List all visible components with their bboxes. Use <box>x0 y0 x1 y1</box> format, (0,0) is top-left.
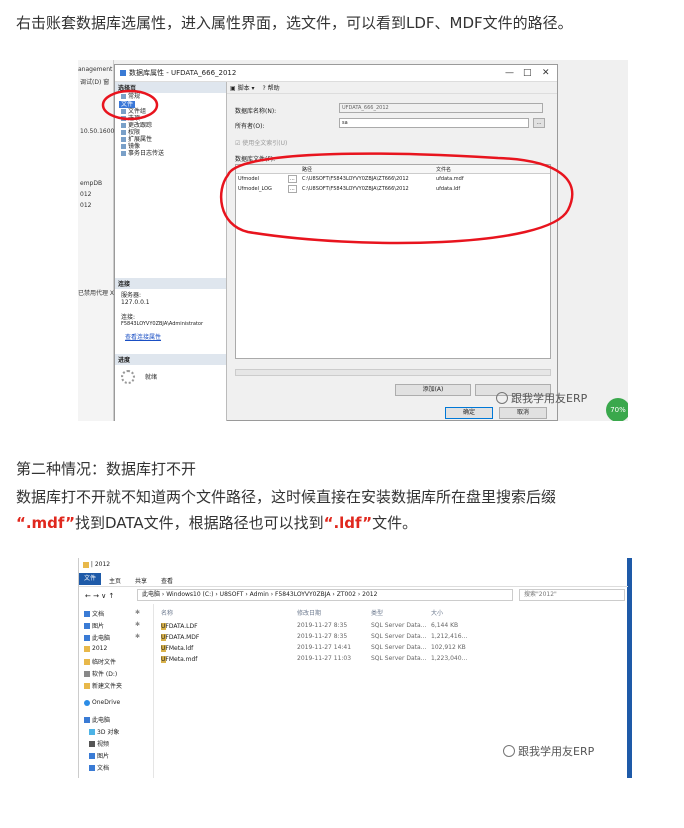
type-column-header[interactable]: 类型 <box>371 608 383 617</box>
nav-item[interactable]: OneDrive <box>84 699 120 706</box>
table-row[interactable]: UFDATA.LDF 2019-11-27 8:35 SQL Server Da… <box>161 621 626 631</box>
date-column-header[interactable]: 修改日期 <box>297 608 321 617</box>
nav-item[interactable]: 临时文件 <box>84 657 116 666</box>
table-row[interactable]: UFMeta.ldf 2019-11-27 14:41 SQL Server D… <box>161 643 626 653</box>
files-highlight-circle <box>219 152 574 245</box>
window-edge <box>627 558 632 778</box>
nav-item[interactable]: 图片 <box>89 751 109 760</box>
ribbon-tab-view[interactable]: 查看 <box>161 576 173 585</box>
nav-item[interactable]: 3D 对象 <box>89 727 119 736</box>
ribbon-tab-home[interactable]: 主页 <box>109 576 121 585</box>
search-input[interactable]: 搜索"2012" <box>519 589 625 601</box>
nav-item[interactable]: 新建文件夹 <box>84 681 122 690</box>
nav-item[interactable]: 文档 <box>89 763 109 772</box>
ribbon-tab-file[interactable]: 文件 <box>79 573 101 585</box>
nav-item[interactable]: 视频 <box>89 739 109 748</box>
nav-item[interactable]: 此电脑 <box>84 715 110 724</box>
nav-item[interactable]: 此电脑 <box>84 633 110 642</box>
size-column-header[interactable]: 大小 <box>431 608 443 617</box>
annotation-layer <box>101 89 574 245</box>
file-list-header: 名称 修改日期 类型 大小 <box>161 607 626 617</box>
page-highlight-circle <box>101 89 159 121</box>
pin-icon: ✱ <box>135 633 141 640</box>
folder-icon <box>83 561 89 568</box>
intro-text: 右击账套数据库选属性，进入属性界面，选文件，可以看到LDF、MDF文件的路径。 <box>16 14 573 32</box>
ribbon-tab-share[interactable]: 共享 <box>135 576 147 585</box>
case-two-text-line2: “.mdf”找到DATA文件，根据路径也可以找到“.ldf”文件。 <box>16 514 418 532</box>
nav-item[interactable]: 图片 <box>84 621 104 630</box>
address-bar[interactable]: 此电脑 › Windows10 (C:) › U8SOFT › Admin › … <box>137 589 513 601</box>
nav-item[interactable]: 文档 <box>84 609 104 618</box>
explorer-screenshot: | 2012 文件 主页 共享 查看 ← → ∨ ↑ 此电脑 › Windows… <box>78 558 632 778</box>
quick-access-toolbar: | 2012 <box>83 561 110 568</box>
nav-item[interactable]: 2012 <box>84 645 107 652</box>
case-two-heading: 第二种情况：数据库打不开 <box>16 460 197 478</box>
db-properties-screenshot: anagement S 调试(D) 窗 10.50.1600 empDB 012… <box>78 60 628 421</box>
table-row[interactable]: UFMeta.mdf 2019-11-27 11:03 SQL Server D… <box>161 654 626 664</box>
pin-icon: ✱ <box>135 621 141 628</box>
name-column-header[interactable]: 名称 <box>161 608 173 617</box>
wechat-icon <box>503 745 515 757</box>
case-two-text: 数据库打不开就不知道两个文件路径，这时候直接在安装数据库所在盘里搜索后缀 <box>16 488 557 506</box>
nav-item[interactable]: 软件 (D:) <box>84 669 117 678</box>
pin-icon: ✱ <box>135 609 141 616</box>
table-row[interactable]: UFDATA.MDF 2019-11-27 8:35 SQL Server Da… <box>161 632 626 642</box>
watermark: 跟我学用友ERP <box>503 743 594 759</box>
nav-arrows[interactable]: ← → ∨ ↑ <box>85 592 114 600</box>
